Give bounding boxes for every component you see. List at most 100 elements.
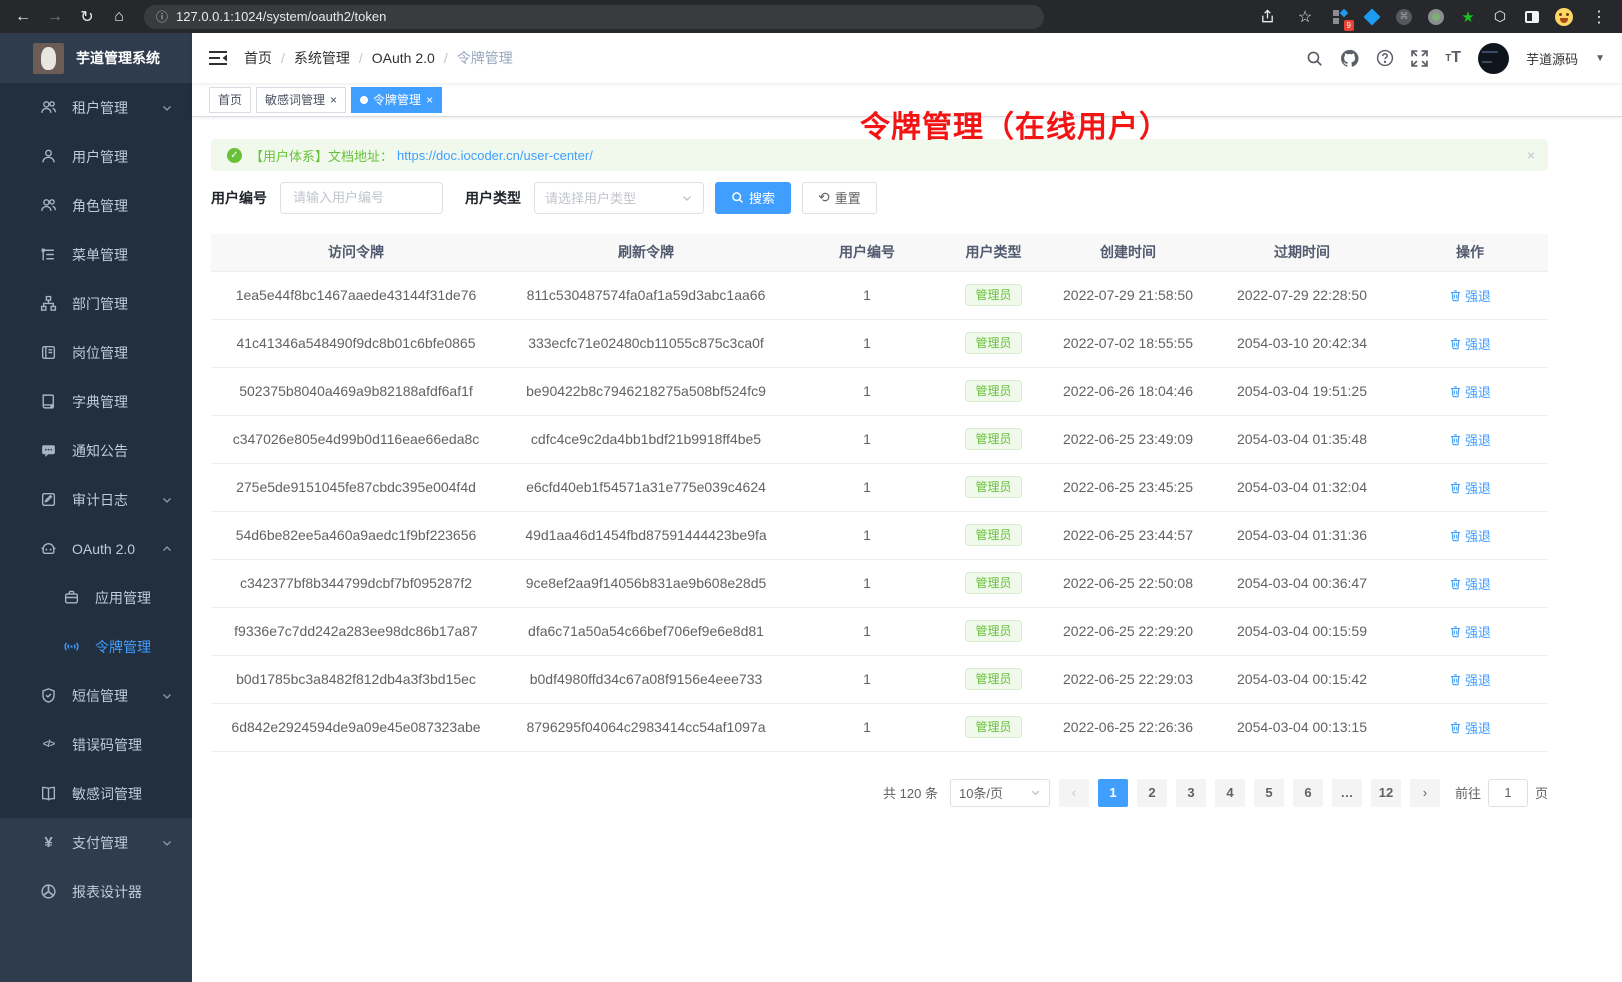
reset-button[interactable]: ⟲ 重置 [802,182,877,214]
hamburger-icon[interactable] [209,50,227,66]
sidebar-item-令牌管理[interactable]: 令牌管理 [0,622,192,671]
sidebar-item-字典管理[interactable]: 字典管理 [0,377,192,426]
search-button[interactable]: 搜索 [715,182,791,214]
force-logout-button[interactable]: 强退 [1449,670,1491,689]
tab-close-icon[interactable]: × [330,94,337,106]
sidebar-item-OAuth 2.0[interactable]: OAuth 2.0 [0,524,192,573]
force-logout-button[interactable]: 强退 [1449,430,1491,449]
browser-reload-icon[interactable]: ↻ [74,4,100,30]
table-cell: 2054-03-04 01:32:04 [1212,463,1392,511]
font-size-icon[interactable]: TT [1445,49,1461,67]
sidebar-item-部门管理[interactable]: 部门管理 [0,279,192,328]
side-panel-icon[interactable] [1522,7,1542,27]
extension-grid-icon[interactable]: 9 [1330,7,1350,27]
page-button-6[interactable]: 6 [1293,779,1323,807]
sidebar-item-岗位管理[interactable]: 岗位管理 [0,328,192,377]
breadcrumb-item[interactable]: 系统管理 [294,48,350,68]
sidebar-item-租户管理[interactable]: 租户管理 [0,83,192,132]
table-cell: b0df4980ffd34c67a08f9156e4eee733 [501,655,791,703]
user-avatar[interactable] [1478,43,1509,74]
breadcrumb-item[interactable]: 首页 [244,48,272,68]
share-icon[interactable] [1254,4,1280,30]
extensions-puzzle-icon[interactable]: ⬡ [1490,7,1510,27]
user-id-input[interactable] [280,182,443,214]
page-button-2[interactable]: 2 [1137,779,1167,807]
extension-gem-icon[interactable] [1362,7,1382,27]
force-logout-button[interactable]: 强退 [1449,286,1491,305]
sidebar-item-应用管理[interactable]: 应用管理 [0,573,192,622]
force-logout-button[interactable]: 强退 [1449,526,1491,545]
page-size-select[interactable]: 10条/页 [950,779,1050,807]
table-cell: 管理员 [943,655,1044,703]
app-title: 芋道管理系统 [76,48,160,68]
logo-image [33,43,64,74]
sidebar-item-报表设计器[interactable]: 报表设计器 [0,867,192,916]
pay-icon: ¥ [40,834,57,851]
column-header: 过期时间 [1212,234,1392,271]
breadcrumb-item[interactable]: OAuth 2.0 [372,50,435,66]
force-logout-button[interactable]: 强退 [1449,334,1491,353]
page-button-12[interactable]: 12 [1371,779,1401,807]
sidebar-item-错误码管理[interactable]: </>错误码管理 [0,720,192,769]
page-button-4[interactable]: 4 [1215,779,1245,807]
tab-首页[interactable]: 首页 [209,87,251,113]
next-page-button[interactable]: › [1410,779,1440,807]
browser-menu-icon[interactable]: ⋮ [1586,4,1612,30]
extension-star-icon[interactable]: ★ [1458,7,1478,27]
sidebar-item-角色管理[interactable]: 角色管理 [0,181,192,230]
force-logout-button[interactable]: 强退 [1449,622,1491,641]
github-icon[interactable] [1340,49,1359,68]
user-type-tag: 管理员 [965,428,1021,450]
tab-close-icon[interactable]: × [426,94,433,106]
force-logout-button[interactable]: 强退 [1449,382,1491,401]
sidebar-item-用户管理[interactable]: 用户管理 [0,132,192,181]
tab-令牌管理[interactable]: 令牌管理× [351,87,442,113]
header-search-icon[interactable] [1306,50,1323,67]
sidebar-item-敏感词管理[interactable]: 敏感词管理 [0,769,192,818]
site-info-icon[interactable]: ⓘ [156,8,168,25]
prev-page-button[interactable]: ‹ [1059,779,1089,807]
browser-home-icon[interactable]: ⌂ [106,4,132,30]
table-cell: 54d6be82ee5a460a9aedc1f9bf223656 [211,511,501,559]
sidebar-item-通知公告[interactable]: 通知公告 [0,426,192,475]
page-button-1[interactable]: 1 [1098,779,1128,807]
page-button-3[interactable]: 3 [1176,779,1206,807]
goto-page-input[interactable] [1488,779,1528,807]
sidebar-item-短信管理[interactable]: 短信管理 [0,671,192,720]
force-logout-button[interactable]: 强退 [1449,574,1491,593]
table-row: 6d842e2924594de9a09e45e087323abe8796295f… [211,703,1548,751]
extension-record-icon[interactable] [1426,7,1446,27]
user-name[interactable]: 芋道源码 [1526,49,1578,68]
browser-back-icon[interactable]: ← [10,4,36,30]
user-caret-down-icon[interactable]: ▼ [1595,53,1605,64]
table-cell: 2022-06-25 22:26:36 [1044,703,1212,751]
fullscreen-icon[interactable] [1411,50,1428,67]
alert-close-icon[interactable]: × [1527,147,1535,163]
user-type-tag: 管理员 [965,524,1021,546]
table-cell: 2054-03-04 19:51:25 [1212,367,1392,415]
table-cell: 强退 [1392,511,1548,559]
table-cell: 2022-06-25 22:29:03 [1044,655,1212,703]
sidebar-item-审计日志[interactable]: 审计日志 [0,475,192,524]
user-type-select[interactable]: 请选择用户类型 [534,182,704,214]
doc-link[interactable]: https://doc.iocoder.cn/user-center/ [397,148,593,163]
extension-circle-icon[interactable]: ⌘ [1394,7,1414,27]
page-button-5[interactable]: 5 [1254,779,1284,807]
help-icon[interactable] [1376,49,1394,67]
table-cell: 管理员 [943,271,1044,319]
sidebar: 芋道管理系统 租户管理用户管理角色管理菜单管理部门管理岗位管理字典管理通知公告审… [0,33,192,982]
sidebar-item-菜单管理[interactable]: 菜单管理 [0,230,192,279]
force-logout-button[interactable]: 强退 [1449,478,1491,497]
page-ellipsis-button[interactable]: … [1332,779,1362,807]
column-header: 用户编号 [791,234,943,271]
browser-forward-icon[interactable]: → [42,4,68,30]
app-logo[interactable]: 芋道管理系统 [0,33,192,83]
bookmark-star-icon[interactable]: ☆ [1292,4,1318,30]
tab-敏感词管理[interactable]: 敏感词管理× [256,87,346,113]
sidebar-item-支付管理[interactable]: ¥支付管理 [0,818,192,867]
address-bar[interactable]: ⓘ 127.0.0.1:1024/system/oauth2/token [144,5,1044,29]
force-logout-button[interactable]: 强退 [1449,718,1491,737]
profile-avatar-icon[interactable] [1554,7,1574,27]
chevron-up-icon [161,543,173,555]
column-header: 创建时间 [1044,234,1212,271]
